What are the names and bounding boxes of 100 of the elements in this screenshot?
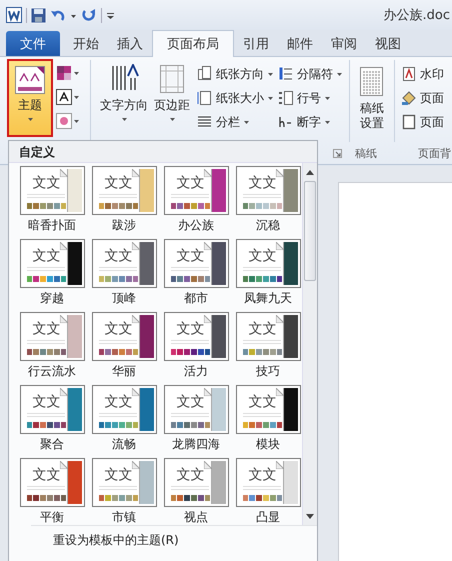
sample-text: 文文: [248, 175, 278, 191]
ribbon-button[interactable]: 纸张方向: [197, 64, 274, 84]
theme-thumbnail[interactable]: 文文: [164, 239, 228, 288]
sample-text: 文文: [176, 467, 206, 483]
theme-thumbnail[interactable]: 文文: [236, 166, 300, 215]
sample-text: 文文: [248, 467, 278, 483]
theme-name: 凸显: [256, 509, 280, 525]
theme-name: 华丽: [112, 363, 136, 380]
ribbon-button[interactable]: 页面: [401, 88, 444, 108]
ribbon-tab[interactable]: 插入: [108, 31, 152, 56]
save-icon[interactable]: [31, 8, 46, 22]
folded-corner-icon: [132, 388, 140, 396]
ribbon-tab[interactable]: 审阅: [322, 31, 366, 56]
caret-icon: [73, 94, 80, 100]
folded-corner-icon: [60, 388, 68, 396]
sample-text: 文文: [104, 248, 134, 264]
sample-text: 文文: [176, 394, 206, 410]
ribbon-tab[interactable]: 邮件: [278, 31, 322, 56]
ribbon-button[interactable]: 断字: [278, 112, 343, 132]
folded-corner-icon: [204, 315, 212, 323]
ribbon-button[interactable]: 页边距: [151, 60, 193, 126]
redo-icon[interactable]: [81, 8, 97, 22]
dialog-launcher-icon[interactable]: [333, 149, 342, 158]
theme-thumbnail[interactable]: 文文: [92, 239, 156, 288]
folded-corner-icon: [276, 169, 284, 177]
theme-name: 办公族: [178, 217, 214, 234]
caret-icon: [120, 117, 128, 122]
paper-settings-button[interactable]: 稿纸设置: [356, 60, 388, 135]
theme-name: 暗香扑面: [28, 217, 76, 234]
theme-name: 穿越: [40, 290, 64, 307]
paint-bucket-icon: [401, 90, 417, 106]
theme-fonts-icon: [56, 89, 72, 105]
ribbon-tab[interactable]: 页面布局: [152, 30, 234, 57]
theme-name: 行云流水: [28, 363, 76, 380]
ribbon-tab[interactable]: 视图: [366, 31, 410, 56]
sample-text: 文文: [104, 175, 134, 191]
theme-name: 视点: [184, 509, 208, 525]
ribbon-button[interactable]: 行号: [278, 88, 343, 108]
theme-thumbnail[interactable]: 文文: [236, 312, 300, 361]
word-logo-icon[interactable]: [6, 7, 22, 23]
folded-corner-icon: [60, 461, 68, 469]
sample-text: 文文: [104, 321, 134, 337]
theme-thumbnail[interactable]: 文文: [164, 458, 228, 507]
ribbon-button[interactable]: 水印: [401, 64, 444, 84]
theme-thumbnail[interactable]: 文文: [164, 312, 228, 361]
gallery-heading: 自定义: [9, 141, 317, 163]
theme-fonts-button[interactable]: [56, 88, 80, 106]
theme-thumbnail[interactable]: 文文: [20, 385, 84, 434]
page-icon: [197, 90, 213, 106]
folded-corner-icon: [276, 315, 284, 323]
theme-thumbnail[interactable]: 文文: [236, 385, 300, 434]
folded-corner-icon: [132, 242, 140, 250]
scrollbar[interactable]: [302, 163, 317, 525]
theme-name: 活力: [184, 363, 208, 380]
theme-thumbnail[interactable]: 文文: [20, 312, 84, 361]
ribbon-button[interactable]: 分栏: [197, 112, 274, 132]
sample-text: 文文: [32, 175, 62, 191]
theme-thumbnail[interactable]: 文文: [92, 458, 156, 507]
theme-thumbnail[interactable]: 文文: [236, 239, 300, 288]
menu-item[interactable]: 重设为模板中的主题(R): [31, 525, 317, 553]
sample-text: 文文: [32, 467, 62, 483]
caret-icon: [324, 96, 331, 100]
ribbon-button[interactable]: 文字方向: [97, 60, 151, 126]
ribbon-button[interactable]: 页面: [401, 112, 444, 132]
caret-icon: [168, 117, 176, 122]
window-title: 办公族.doc: [384, 7, 451, 24]
watermark-icon: [401, 66, 417, 82]
folded-corner-icon: [204, 461, 212, 469]
theme-thumbnail[interactable]: 文文: [92, 312, 156, 361]
folded-corner-icon: [132, 315, 140, 323]
theme-name: 聚合: [40, 436, 64, 453]
caret-icon: [324, 120, 331, 124]
theme-thumbnail[interactable]: 文文: [92, 385, 156, 434]
theme-thumbnail[interactable]: 文文: [236, 458, 300, 507]
folded-corner-icon: [276, 242, 284, 250]
ribbon-tab[interactable]: 开始: [64, 31, 108, 56]
folded-corner-icon: [132, 461, 140, 469]
theme-thumbnail[interactable]: 文文: [164, 385, 228, 434]
theme-colors-icon: [56, 65, 72, 81]
theme-thumbnail[interactable]: 文文: [20, 166, 84, 215]
sample-text: 文文: [32, 248, 62, 264]
sample-text: 文文: [248, 394, 278, 410]
caret-icon: [73, 70, 80, 76]
page-border-icon: [401, 114, 417, 130]
page-orientation-icon: [197, 66, 213, 82]
theme-thumbnail[interactable]: 文文: [20, 458, 84, 507]
ribbon-button[interactable]: 分隔符: [278, 64, 343, 84]
themes-button[interactable]: 主题: [8, 60, 52, 136]
theme-effects-button[interactable]: [56, 112, 80, 130]
ribbon-tab[interactable]: 引用: [234, 31, 278, 56]
page-break-icon: [278, 66, 294, 82]
ribbon-button[interactable]: 纸张大小: [197, 88, 274, 108]
theme-thumbnail[interactable]: 文文: [20, 239, 84, 288]
theme-name: 龙腾四海: [172, 436, 220, 453]
theme-thumbnail[interactable]: 文文: [92, 166, 156, 215]
file-tab[interactable]: 文件: [6, 31, 60, 56]
theme-colors-button[interactable]: [56, 64, 80, 82]
theme-name: 都市: [184, 290, 208, 307]
theme-thumbnail[interactable]: 文文: [164, 166, 228, 215]
scroll-thumb[interactable]: [304, 181, 316, 281]
